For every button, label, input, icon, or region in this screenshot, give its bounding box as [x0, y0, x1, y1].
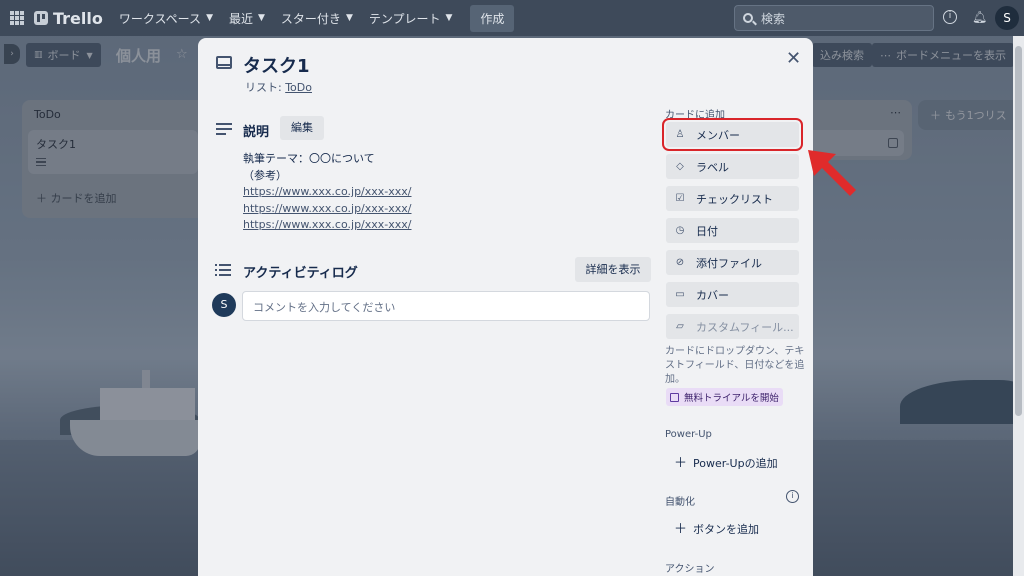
attachment-button[interactable]: ⊘ 添付ファイル [666, 250, 799, 275]
custom-fields-button[interactable]: ▱ カスタムフィール... [666, 314, 799, 339]
activity-title: アクティビティログ [243, 266, 358, 281]
plus-icon: ＋ [674, 456, 688, 471]
custom-fields-label: カスタムフィール... [696, 320, 794, 334]
info-icon[interactable]: i [943, 10, 957, 24]
gift-icon [670, 392, 679, 402]
checklist-label: チェックリスト [696, 192, 773, 206]
comment-avatar: S [212, 293, 236, 317]
comment-input[interactable]: コメントを入力してください [242, 291, 650, 321]
nav-workspaces-label: ワークスペース [118, 11, 202, 26]
cover-icon: ▭ [675, 288, 685, 300]
label-label: ラベル [696, 160, 729, 174]
description-link[interactable]: https://www.xxx.co.jp/xxx-xxx/ [243, 184, 412, 201]
person-icon: ♙ [675, 128, 685, 140]
powerup-label: Power-Up [665, 429, 712, 440]
automation-label: 自動化 [665, 497, 695, 508]
chevron-down-icon: ▼ [445, 13, 453, 23]
trello-logo-icon [34, 11, 48, 25]
chevron-down-icon: ▼ [345, 13, 353, 23]
add-powerup-label: Power-Upの追加 [693, 457, 778, 470]
chevron-down-icon: ▼ [206, 13, 213, 23]
app-switcher-icon[interactable] [10, 11, 24, 25]
in-list-text: リスト: ToDo [245, 79, 312, 95]
member-button[interactable]: ♙ メンバー [662, 118, 803, 151]
card-icon [216, 56, 232, 69]
scrollbar[interactable] [1013, 36, 1024, 576]
clock-icon: ◷ [675, 224, 685, 236]
checklist-button[interactable]: ☑ チェックリスト [666, 186, 799, 211]
nav-templates[interactable]: テンプレート ▼ [369, 10, 453, 27]
description-link[interactable]: https://www.xxx.co.jp/xxx-xxx/ [243, 217, 412, 234]
add-button-button[interactable]: ＋ ボタンを追加 [674, 518, 759, 537]
label-button[interactable]: ◇ ラベル [666, 154, 799, 179]
nav-workspaces[interactable]: ワークスペース ▼ [119, 10, 213, 27]
chevron-down-icon: ▼ [258, 13, 265, 23]
add-to-card-label: カードに追加 [665, 110, 725, 121]
trello-logo[interactable]: Trello [34, 9, 103, 28]
create-button[interactable]: 作成 [470, 4, 515, 32]
description-line: 執筆テーマ：〇〇について [243, 152, 375, 165]
card-detail-modal: ✕ タスク1 リスト: ToDo 説明 編集 執筆テーマ：〇〇について （参考）… [198, 38, 813, 576]
cover-label: カバー [696, 288, 729, 302]
show-details-button[interactable]: 詳細を表示 [575, 257, 651, 282]
nav-recent-label: 最近 [228, 11, 253, 26]
close-icon[interactable]: ✕ [786, 50, 801, 68]
attachment-label: 添付ファイル [696, 256, 762, 270]
add-button-label: ボタンを追加 [693, 523, 760, 536]
description-icon [216, 123, 232, 135]
scrollbar-thumb[interactable] [1015, 46, 1022, 416]
in-list-prefix: リスト: [245, 81, 286, 94]
nav-templates-label: テンプレート [368, 11, 441, 26]
info-icon[interactable]: i [786, 490, 799, 503]
search-placeholder: 検索 [761, 11, 786, 26]
checkbox-icon: ☑ [675, 192, 685, 204]
description-body[interactable]: 執筆テーマ：〇〇について （参考） https://www.xxx.co.jp/… [243, 151, 412, 234]
description-link[interactable]: https://www.xxx.co.jp/xxx-xxx/ [243, 201, 412, 218]
folder-icon: ▱ [676, 320, 684, 332]
nav-starred-label: スター付き [280, 11, 341, 26]
tag-icon: ◇ [676, 160, 684, 172]
search-icon [743, 13, 753, 23]
add-powerup-button[interactable]: ＋ Power-Upの追加 [674, 452, 778, 471]
bell-icon[interactable]: 🔔︎ [972, 10, 987, 24]
edit-description-button[interactable]: 編集 [280, 116, 324, 140]
card-title[interactable]: タスク1 [243, 52, 310, 78]
nav-starred[interactable]: スター付き ▼ [281, 10, 353, 27]
member-label: メンバー [696, 128, 740, 142]
start-trial-button[interactable]: 無料トライアルを開始 [666, 388, 783, 406]
trial-note: カードにドロップダウン、テキストフィールド、日付などを追加。 [665, 346, 805, 385]
description-title: 説明 [243, 125, 270, 140]
dates-button[interactable]: ◷ 日付 [666, 218, 799, 243]
paperclip-icon: ⊘ [675, 256, 685, 268]
user-avatar[interactable]: S [995, 6, 1019, 30]
search-input[interactable]: 検索 [734, 5, 934, 31]
dates-label: 日付 [696, 224, 718, 238]
red-arrow-annotation [808, 150, 856, 196]
plus-icon: ＋ [674, 522, 688, 537]
cover-button[interactable]: ▭ カバー [666, 282, 799, 307]
list-link[interactable]: ToDo [285, 81, 312, 94]
activity-icon [215, 264, 231, 276]
actions-label: アクション [665, 564, 715, 575]
top-navigation: Trello ワークスペース ▼ 最近 ▼ スター付き ▼ テンプレート ▼ 作成 検索… [0, 0, 1024, 36]
start-trial-label: 無料トライアルを開始 [684, 393, 779, 404]
logo-text: Trello [53, 8, 103, 28]
description-line: （参考） [243, 168, 287, 182]
nav-recent[interactable]: 最近 ▼ [229, 10, 265, 27]
